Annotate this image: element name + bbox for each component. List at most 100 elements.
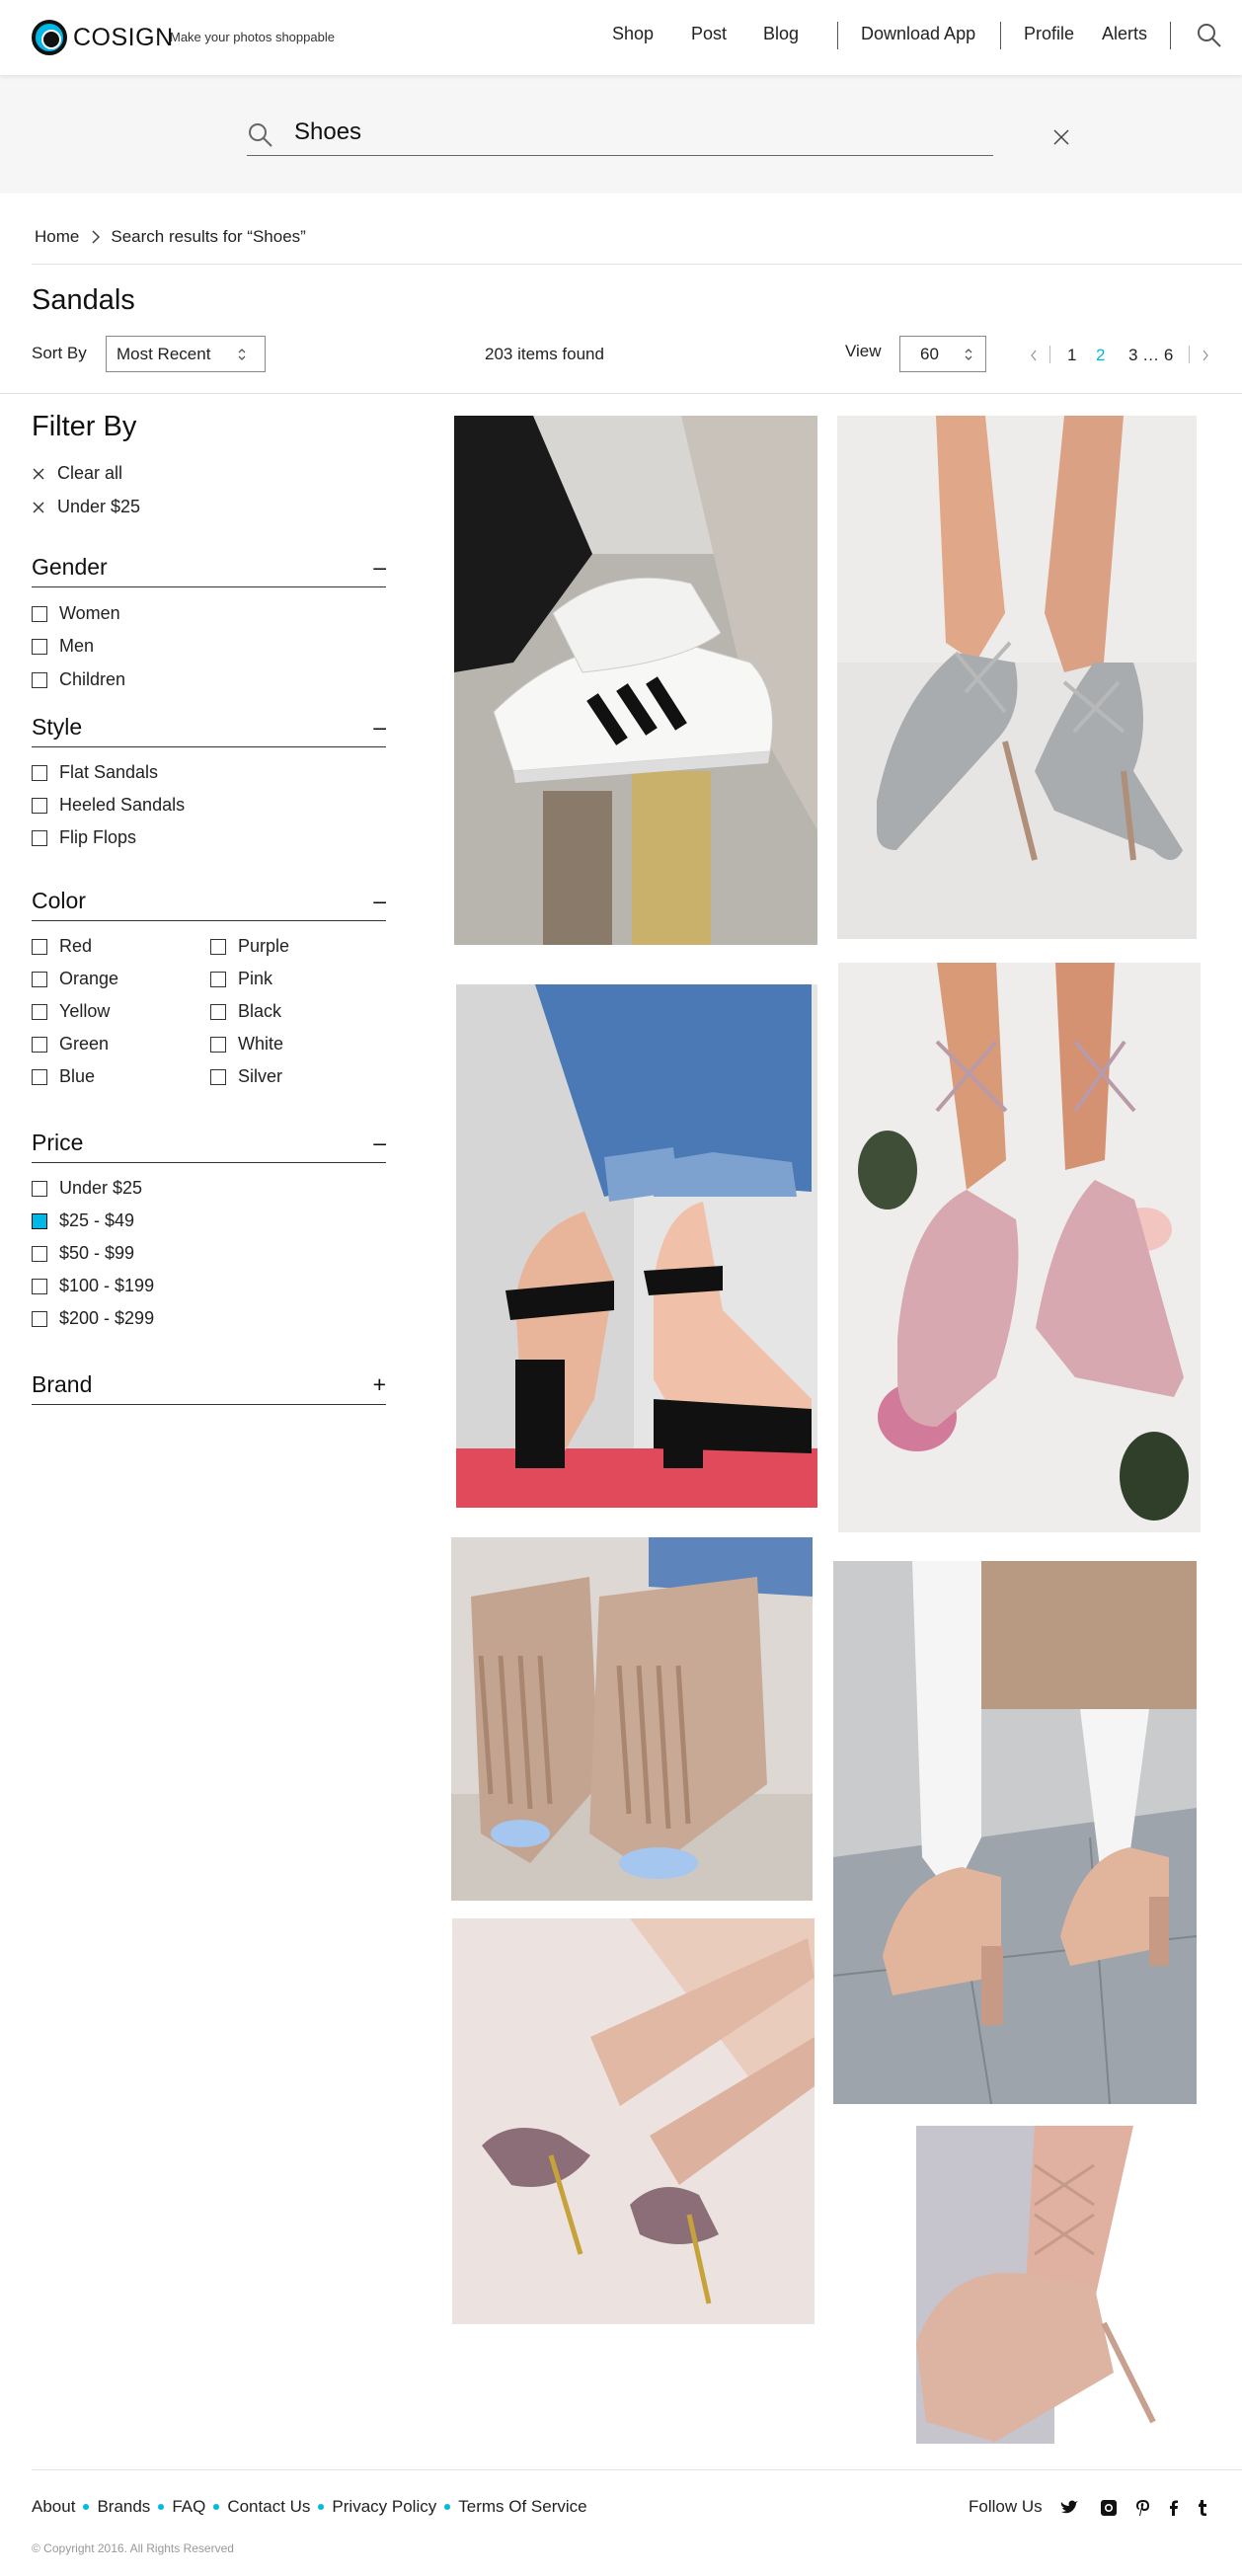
section-title: Gender: [32, 554, 108, 580]
filter-option[interactable]: $50 - $99: [32, 1243, 134, 1264]
filter-option[interactable]: Pink: [210, 969, 272, 989]
checkbox[interactable]: [32, 1278, 47, 1294]
nav-alerts[interactable]: Alerts: [1102, 24, 1147, 44]
footer-link-privacy[interactable]: Privacy Policy: [332, 2497, 436, 2517]
checkbox[interactable]: [32, 797, 47, 814]
checkbox[interactable]: [32, 1036, 47, 1053]
filter-option[interactable]: Black: [210, 1001, 281, 1022]
filter-option[interactable]: Flat Sandals: [32, 762, 158, 783]
collapse-icon[interactable]: –: [373, 888, 386, 914]
nav-profile[interactable]: Profile: [1024, 24, 1074, 44]
filter-section-brand[interactable]: Brand +: [32, 1371, 386, 1405]
checkbox[interactable]: [32, 1180, 47, 1197]
chevron-right-icon[interactable]: [1202, 350, 1209, 361]
product-photo-pink-laceup[interactable]: [838, 963, 1201, 1532]
checkbox[interactable]: [32, 1310, 47, 1327]
collapse-icon[interactable]: –: [373, 1130, 386, 1156]
filter-option[interactable]: $100 - $199: [32, 1276, 154, 1296]
filter-section-style[interactable]: Style –: [32, 714, 386, 747]
option-label: Green: [59, 1034, 110, 1054]
nav-post[interactable]: Post: [691, 24, 727, 44]
filter-option[interactable]: Red: [32, 936, 92, 957]
page-link-3-6[interactable]: 3 … 6: [1128, 346, 1173, 365]
option-label: Yellow: [59, 1001, 111, 1021]
search-icon[interactable]: [1196, 22, 1223, 49]
clear-all-filters[interactable]: Clear all: [32, 463, 122, 484]
footer-link-terms[interactable]: Terms Of Service: [458, 2497, 586, 2517]
filter-option[interactable]: Orange: [32, 969, 118, 989]
product-photo-mauve-strappy[interactable]: [452, 1918, 815, 2324]
collapse-icon[interactable]: –: [373, 554, 386, 581]
filter-option-checked[interactable]: $25 - $49: [32, 1210, 134, 1231]
option-label: Women: [59, 603, 120, 623]
nav-divider: [837, 22, 838, 49]
checkbox[interactable]: [32, 1245, 47, 1262]
option-label: White: [238, 1034, 284, 1054]
nav-download-app[interactable]: Download App: [861, 24, 975, 44]
applied-filter-chip[interactable]: Under $25: [32, 497, 140, 517]
filter-option[interactable]: $200 - $299: [32, 1308, 154, 1329]
nav-blog[interactable]: Blog: [763, 24, 799, 44]
page-link-1[interactable]: 1: [1067, 346, 1076, 365]
checkbox[interactable]: [32, 938, 47, 955]
filter-section-gender[interactable]: Gender –: [32, 554, 386, 587]
filter-option[interactable]: Purple: [210, 936, 289, 957]
checkbox[interactable]: [32, 764, 47, 781]
search-icon: [249, 123, 272, 147]
chevron-left-icon[interactable]: [1030, 350, 1038, 361]
product-photo-sneakers[interactable]: [454, 416, 817, 945]
checkbox-checked[interactable]: [32, 1212, 47, 1229]
footer-link-about[interactable]: About: [32, 2497, 75, 2517]
checkbox[interactable]: [32, 671, 47, 688]
filter-option[interactable]: Men: [32, 636, 94, 657]
footer-link-brands[interactable]: Brands: [97, 2497, 150, 2517]
pinterest-icon[interactable]: [1133, 2498, 1153, 2518]
close-icon[interactable]: [1050, 126, 1072, 148]
filter-option[interactable]: Yellow: [32, 1001, 110, 1022]
product-photo-fringe-heels[interactable]: [451, 1537, 813, 1901]
instagram-icon[interactable]: [1099, 2498, 1119, 2518]
facebook-icon[interactable]: [1164, 2498, 1184, 2518]
checkbox[interactable]: [210, 1068, 226, 1085]
checkbox[interactable]: [32, 1003, 47, 1020]
product-photo-black-platform[interactable]: [456, 984, 817, 1508]
footer-link-faq[interactable]: FAQ: [172, 2497, 205, 2517]
nav-shop[interactable]: Shop: [612, 24, 654, 44]
checkbox[interactable]: [32, 829, 47, 846]
filter-section-color[interactable]: Color –: [32, 888, 386, 921]
expand-icon[interactable]: +: [373, 1371, 386, 1398]
footer-link-contact[interactable]: Contact Us: [227, 2497, 310, 2517]
product-photo-nude-peeptoe[interactable]: [833, 1561, 1197, 2104]
tumblr-icon[interactable]: [1193, 2498, 1212, 2518]
breadcrumb-home[interactable]: Home: [35, 227, 79, 247]
product-photo-grey-heels[interactable]: [837, 416, 1197, 939]
checkbox[interactable]: [32, 1068, 47, 1085]
filter-option[interactable]: Children: [32, 669, 125, 690]
filter-option[interactable]: Silver: [210, 1066, 282, 1087]
filter-option[interactable]: Flip Flops: [32, 827, 136, 848]
collapse-icon[interactable]: –: [373, 714, 386, 741]
breadcrumb-current: Search results for “Shoes”: [111, 227, 306, 246]
filter-option[interactable]: Women: [32, 603, 120, 624]
footer-links: About Brands FAQ Contact Us Privacy Poli…: [32, 2497, 587, 2517]
checkbox[interactable]: [210, 1036, 226, 1053]
checkbox[interactable]: [210, 938, 226, 955]
sort-select[interactable]: Most Recent: [106, 336, 266, 372]
checkbox[interactable]: [210, 971, 226, 987]
checkbox[interactable]: [210, 1003, 226, 1020]
filter-option[interactable]: Under $25: [32, 1178, 142, 1199]
page-link-2-current[interactable]: 2: [1096, 346, 1105, 365]
product-photo-blush-laceup[interactable]: [857, 2126, 1188, 2444]
logo[interactable]: COSIGN: [32, 20, 174, 55]
filter-option[interactable]: Blue: [32, 1066, 95, 1087]
search-input[interactable]: Shoes: [294, 118, 361, 146]
view-select[interactable]: 60: [899, 336, 986, 372]
twitter-icon[interactable]: [1059, 2498, 1079, 2518]
filter-section-price[interactable]: Price –: [32, 1130, 386, 1163]
filter-option[interactable]: Heeled Sandals: [32, 795, 185, 816]
filter-option[interactable]: White: [210, 1034, 283, 1054]
checkbox[interactable]: [32, 971, 47, 987]
checkbox[interactable]: [32, 638, 47, 655]
checkbox[interactable]: [32, 605, 47, 622]
filter-option[interactable]: Green: [32, 1034, 109, 1054]
